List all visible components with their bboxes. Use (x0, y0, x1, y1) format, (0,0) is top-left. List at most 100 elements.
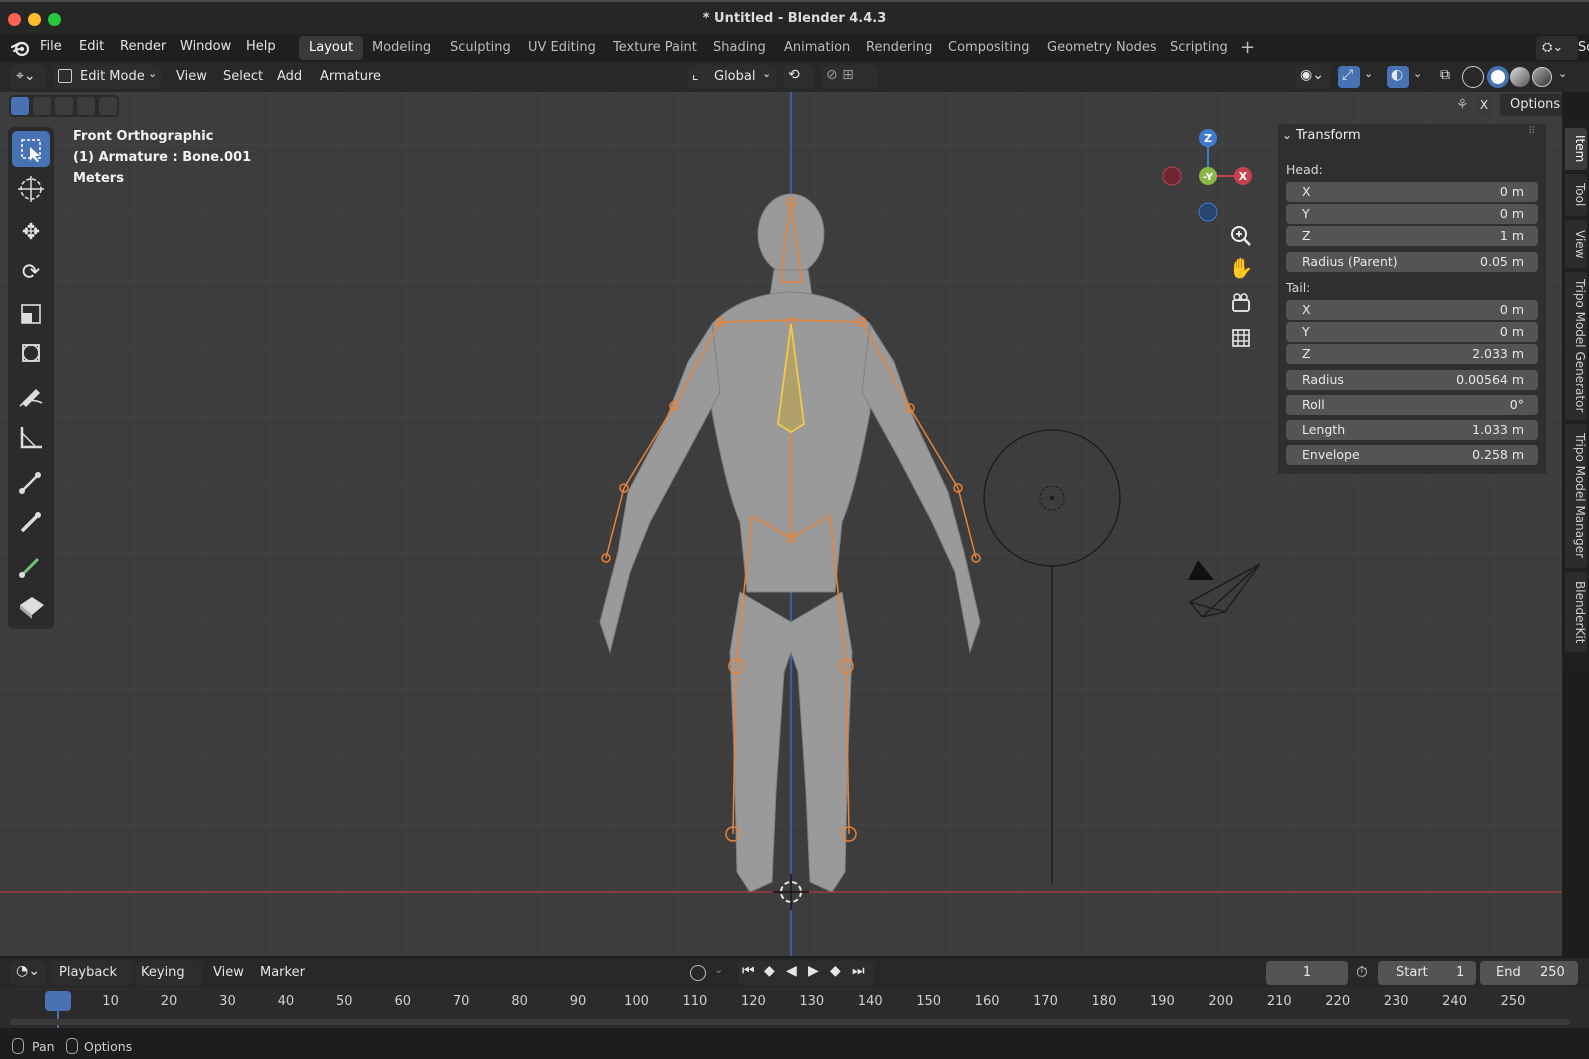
start-label: Start (1396, 965, 1428, 980)
jump-start-icon[interactable]: ⏮ (742, 963, 755, 979)
tail-x-field[interactable]: X0 m (1286, 300, 1538, 320)
play-reverse-icon[interactable]: ◀ (786, 963, 797, 979)
playhead[interactable] (45, 991, 71, 1011)
timeline-tick-label: 220 (1325, 994, 1351, 1009)
select-new-button[interactable] (11, 97, 29, 115)
timeline-tick-label: 150 (916, 994, 942, 1009)
annotate-tool[interactable] (12, 379, 50, 415)
tab-rendering[interactable]: Rendering (856, 36, 942, 60)
tab-modeling[interactable]: Modeling (362, 36, 441, 60)
drag-handle-icon[interactable]: ⠿ (1528, 126, 1535, 137)
select-box-tool[interactable] (12, 131, 50, 167)
tail-z-field[interactable]: Z 2.033 m (1286, 344, 1538, 364)
3d-cursor-icon[interactable] (773, 874, 809, 910)
rotate-tool[interactable]: ⟳ (12, 255, 50, 291)
auto-keying-button[interactable] (690, 965, 706, 981)
tail-y-field[interactable]: Y0 m (1286, 322, 1538, 342)
add-workspace-button[interactable]: + (1240, 37, 1255, 58)
blender-logo-icon[interactable] (10, 38, 32, 58)
envelope-field[interactable]: Envelope 0.258 m (1286, 445, 1538, 465)
tab-scripting[interactable]: Scripting (1160, 36, 1238, 60)
tab-shading[interactable]: Shading (703, 36, 776, 60)
tab-item[interactable]: Item (1565, 128, 1587, 170)
view-name: Front Orthographic (73, 129, 214, 144)
roll-field[interactable]: Roll 0° (1286, 395, 1538, 415)
shading-rendered-button[interactable] (1532, 67, 1552, 87)
timeline-ruler[interactable]: 1102030405060708090100110120130140150160… (0, 988, 1589, 1028)
camera-object[interactable] (1180, 552, 1276, 624)
transform-tool[interactable] (12, 335, 50, 371)
timeline-scrollbar[interactable] (10, 1019, 1570, 1025)
transform-section-header[interactable]: Transform (1296, 128, 1361, 143)
menu-select[interactable]: Select (223, 66, 263, 88)
marker-menu[interactable]: Marker (260, 962, 305, 984)
head-x-field[interactable]: X0 m (1286, 182, 1538, 202)
next-keyframe-icon[interactable]: ◆ (830, 963, 841, 979)
zoom-icon[interactable] (1227, 222, 1255, 250)
select-subtract-button[interactable] (55, 97, 73, 115)
camera-view-icon[interactable] (1227, 290, 1255, 318)
timeline-tick-label: 30 (219, 994, 236, 1009)
tab-compositing[interactable]: Compositing (938, 36, 1040, 60)
tab-uv-editing[interactable]: UV Editing (518, 36, 606, 60)
envelope-tool[interactable] (12, 587, 50, 623)
timeline-tick-label: 190 (1149, 994, 1175, 1009)
overlay-icon: ◐ (1391, 67, 1404, 83)
menu-armature[interactable]: Armature (320, 66, 381, 88)
radius-parent-field[interactable]: Radius (Parent) 0.05 m (1286, 252, 1538, 272)
select-extend-button[interactable] (33, 97, 51, 115)
menu-file[interactable]: File (40, 39, 62, 54)
tab-texture-paint[interactable]: Texture Paint (603, 36, 707, 60)
extrude-tool[interactable] (12, 463, 50, 499)
tab-tripo-model-generator[interactable]: Tripo Model Generator (1565, 272, 1587, 420)
radius-field[interactable]: Radius 0.00564 m (1286, 370, 1538, 390)
tab-blenderkit[interactable]: BlenderKit (1565, 572, 1587, 652)
tab-sculpting[interactable]: Sculpting (440, 36, 521, 60)
stopwatch-icon[interactable]: ⏱ (1356, 963, 1368, 981)
select-invert-button[interactable] (77, 97, 95, 115)
tab-tripo-model-manager[interactable]: Tripo Model Manager (1565, 424, 1587, 568)
head-z-field[interactable]: Z1 m (1286, 226, 1538, 246)
pan-hand-icon[interactable]: ✋ (1227, 256, 1255, 284)
navigation-gizmo[interactable]: Z X -Y (1158, 126, 1258, 226)
tab-layout[interactable]: Layout (299, 36, 364, 60)
play-icon[interactable]: ▶ (808, 963, 819, 979)
menu-view[interactable]: View (176, 66, 207, 88)
menu-window[interactable]: Window (180, 39, 231, 54)
select-intersect-button[interactable] (99, 97, 117, 115)
timeline-tick-label: 210 (1266, 994, 1292, 1009)
menu-help[interactable]: Help (246, 39, 276, 54)
tab-tool[interactable]: Tool (1565, 174, 1587, 216)
chevron-down-icon[interactable]: ⌄ (1282, 128, 1292, 142)
prev-keyframe-icon[interactable]: ◆ (764, 963, 775, 979)
light-object[interactable] (982, 428, 1122, 888)
clock-icon: ◔⌄ (16, 963, 40, 979)
roll-tool[interactable] (12, 547, 50, 583)
status-bar: Pan Options (0, 1034, 1589, 1059)
transform-affect-icon[interactable]: ⚘ (1456, 97, 1469, 113)
bone-size-tool[interactable] (12, 503, 50, 539)
jump-end-icon[interactable]: ⏭ (852, 963, 865, 979)
cursor-tool[interactable] (12, 171, 50, 207)
timeline-view-menu[interactable]: View (213, 962, 244, 984)
length-field[interactable]: Length 1.033 m (1286, 420, 1538, 440)
measure-tool[interactable] (12, 419, 50, 455)
ortho-grid-icon[interactable] (1227, 324, 1255, 352)
menu-render[interactable]: Render (120, 39, 166, 54)
menu-add[interactable]: Add (277, 66, 302, 88)
shading-wireframe-button[interactable] (1462, 66, 1484, 88)
shading-material-button[interactable] (1510, 67, 1530, 87)
menu-edit[interactable]: Edit (79, 39, 104, 54)
tab-geometry-nodes[interactable]: Geometry Nodes (1037, 36, 1167, 60)
options-label: Options (1510, 97, 1561, 112)
tab-view[interactable]: View (1565, 220, 1587, 268)
scale-tool[interactable] (12, 295, 50, 331)
mirror-x-toggle[interactable]: X (1476, 95, 1492, 115)
pivot-icon: ⟲ (788, 67, 800, 83)
current-frame-field[interactable]: 1 (1266, 961, 1348, 985)
head-y-field[interactable]: Y0 m (1286, 204, 1538, 224)
character-mesh[interactable] (570, 192, 990, 892)
tab-animation[interactable]: Animation (774, 36, 860, 60)
move-tool[interactable]: ✥ (12, 215, 50, 251)
timeline-tick-label: 20 (160, 994, 178, 1009)
